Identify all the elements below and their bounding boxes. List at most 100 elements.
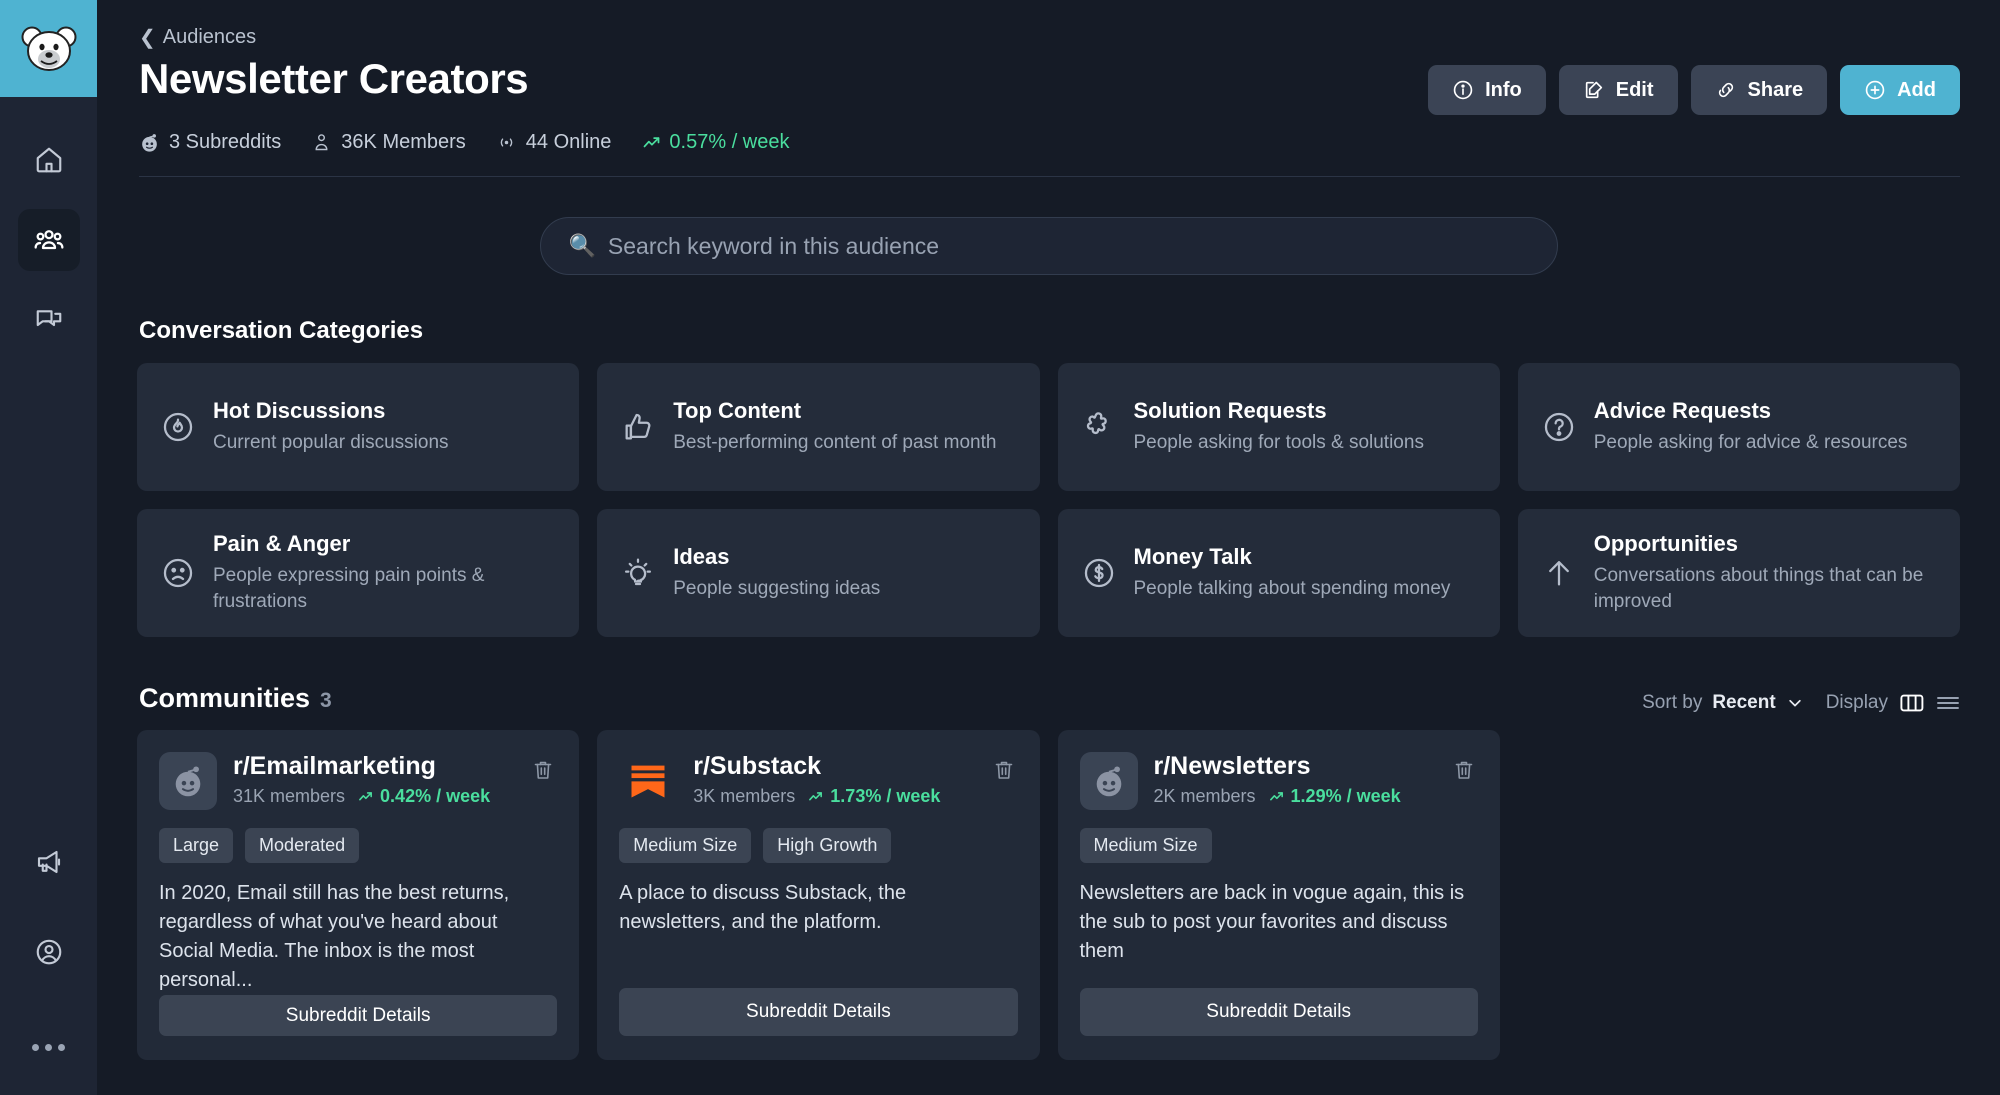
- community-name: r/Emailmarketing: [233, 752, 490, 781]
- communities-title-wrap: Communities 3: [139, 683, 332, 714]
- communities-title: Communities: [139, 683, 310, 714]
- category-desc: People expressing pain points & frustrat…: [213, 563, 555, 614]
- communities-header: Communities 3 Sort by Recent Display: [139, 683, 1960, 714]
- trend-up-icon: [1268, 788, 1285, 805]
- category-card-solution-requests[interactable]: Solution Requests People asking for tool…: [1058, 363, 1500, 491]
- search-section: 🔍: [137, 217, 1960, 275]
- delete-community-button[interactable]: [992, 758, 1016, 787]
- sort-by-label: Sort by: [1642, 692, 1702, 714]
- community-tag: Medium Size: [1080, 828, 1212, 863]
- reddit-snoo-icon: [139, 132, 160, 153]
- app-root: ❮ Audiences Newsletter Creators Info Ed: [0, 0, 2000, 1095]
- delete-community-button[interactable]: [1452, 758, 1476, 787]
- community-description: Newsletters are back in vogue again, thi…: [1080, 879, 1478, 966]
- breadcrumb[interactable]: ❮ Audiences: [139, 26, 1960, 49]
- category-card-advice-requests[interactable]: Advice Requests People asking for advice…: [1518, 363, 1960, 491]
- edit-button-label: Edit: [1616, 79, 1654, 102]
- edit-button[interactable]: Edit: [1559, 65, 1678, 115]
- dollar-circle-icon: [1082, 556, 1116, 590]
- category-desc: Conversations about things that can be i…: [1594, 563, 1936, 614]
- page-title: Newsletter Creators: [139, 55, 528, 103]
- category-name: Pain & Anger: [213, 531, 555, 557]
- sidebar-item-audiences[interactable]: [18, 209, 80, 271]
- category-card-top-content[interactable]: Top Content Best-performing content of p…: [597, 363, 1039, 491]
- add-button-label: Add: [1897, 79, 1936, 102]
- members-icon: [311, 132, 332, 153]
- search-input[interactable]: [608, 233, 1529, 260]
- info-circle-icon: [1452, 79, 1474, 101]
- meta-online-label: 44 Online: [526, 131, 612, 154]
- info-button[interactable]: Info: [1428, 65, 1546, 115]
- community-members: 2K members: [1154, 786, 1256, 807]
- meta-members-label: 36K Members: [341, 131, 466, 154]
- link-icon: [1715, 79, 1737, 101]
- flame-icon: [161, 410, 195, 444]
- sidebar-item-more[interactable]: [18, 1011, 80, 1073]
- meta-growth-label: 0.57% / week: [669, 131, 789, 154]
- community-growth-label: 0.42% / week: [380, 786, 490, 807]
- sidebar-item-account[interactable]: [18, 921, 80, 983]
- category-card-opportunities[interactable]: Opportunities Conversations about things…: [1518, 509, 1960, 637]
- category-card-hot-discussions[interactable]: Hot Discussions Current popular discussi…: [137, 363, 579, 491]
- sort-by-control[interactable]: Sort by Recent: [1642, 692, 1804, 714]
- header-actions: Info Edit Share: [1428, 65, 1960, 115]
- app-logo[interactable]: [0, 0, 97, 97]
- sort-by-value: Recent: [1712, 692, 1775, 714]
- grid-view-icon[interactable]: [1900, 693, 1924, 713]
- search-box[interactable]: 🔍: [540, 217, 1558, 275]
- edit-square-icon: [1583, 79, 1605, 101]
- community-card[interactable]: r/Newsletters 2K members 1.29% / week: [1058, 730, 1500, 1060]
- community-name: r/Substack: [693, 752, 940, 781]
- plus-circle-icon: [1864, 79, 1886, 101]
- category-card-ideas[interactable]: Ideas People suggesting ideas: [597, 509, 1039, 637]
- category-card-money-talk[interactable]: Money Talk People talking about spending…: [1058, 509, 1500, 637]
- category-name: Solution Requests: [1134, 398, 1424, 424]
- category-name: Opportunities: [1594, 531, 1936, 557]
- community-tags: Large Moderated: [159, 828, 557, 863]
- puzzle-icon: [1082, 410, 1116, 444]
- sidebar-item-home[interactable]: [18, 129, 80, 191]
- community-name: r/Newsletters: [1154, 752, 1401, 781]
- trash-icon: [1452, 758, 1476, 782]
- trash-icon: [531, 758, 555, 782]
- category-desc: People suggesting ideas: [673, 576, 880, 602]
- meta-subreddits-label: 3 Subreddits: [169, 131, 281, 154]
- community-header: r/Substack 3K members 1.73% / week: [619, 752, 1017, 810]
- substack-icon: [619, 752, 677, 810]
- bear-logo-icon: [21, 23, 77, 75]
- add-button[interactable]: Add: [1840, 65, 1960, 115]
- subreddit-details-button[interactable]: Subreddit Details: [619, 988, 1017, 1036]
- category-name: Money Talk: [1134, 544, 1451, 570]
- list-view-icon[interactable]: [1936, 693, 1960, 713]
- sidebar: [0, 0, 97, 1095]
- home-icon: [34, 145, 64, 175]
- community-card[interactable]: r/Emailmarketing 31K members 0.42% / wee…: [137, 730, 579, 1060]
- question-circle-icon: [1542, 410, 1576, 444]
- header-divider: [139, 176, 1960, 177]
- community-stats: 31K members 0.42% / week: [233, 786, 490, 807]
- category-desc: People asking for tools & solutions: [1134, 430, 1424, 456]
- category-name: Top Content: [673, 398, 996, 424]
- categories-grid: Hot Discussions Current popular discussi…: [137, 363, 1960, 637]
- community-card[interactable]: r/Substack 3K members 1.73% / week: [597, 730, 1039, 1060]
- community-members: 3K members: [693, 786, 795, 807]
- subreddit-details-button[interactable]: Subreddit Details: [1080, 988, 1478, 1036]
- community-members: 31K members: [233, 786, 345, 807]
- chat-icon: [34, 305, 64, 335]
- community-tag: Large: [159, 828, 233, 863]
- community-tag: Moderated: [245, 828, 359, 863]
- sidebar-item-announcements[interactable]: [18, 831, 80, 893]
- share-button[interactable]: Share: [1691, 65, 1828, 115]
- community-tags: Medium Size: [1080, 828, 1478, 863]
- community-growth: 1.29% / week: [1268, 786, 1401, 807]
- category-card-pain-anger[interactable]: Pain & Anger People expressing pain poin…: [137, 509, 579, 637]
- delete-community-button[interactable]: [531, 758, 555, 787]
- category-name: Ideas: [673, 544, 880, 570]
- sidebar-item-conversations[interactable]: [18, 289, 80, 351]
- subreddit-details-button[interactable]: Subreddit Details: [159, 995, 557, 1036]
- category-desc: People asking for advice & resources: [1594, 430, 1908, 456]
- chevron-down-icon: [1786, 694, 1804, 712]
- thumbs-up-icon: [621, 410, 655, 444]
- communities-tools: Sort by Recent Display: [1642, 692, 1960, 714]
- more-dots-icon: [32, 1026, 65, 1059]
